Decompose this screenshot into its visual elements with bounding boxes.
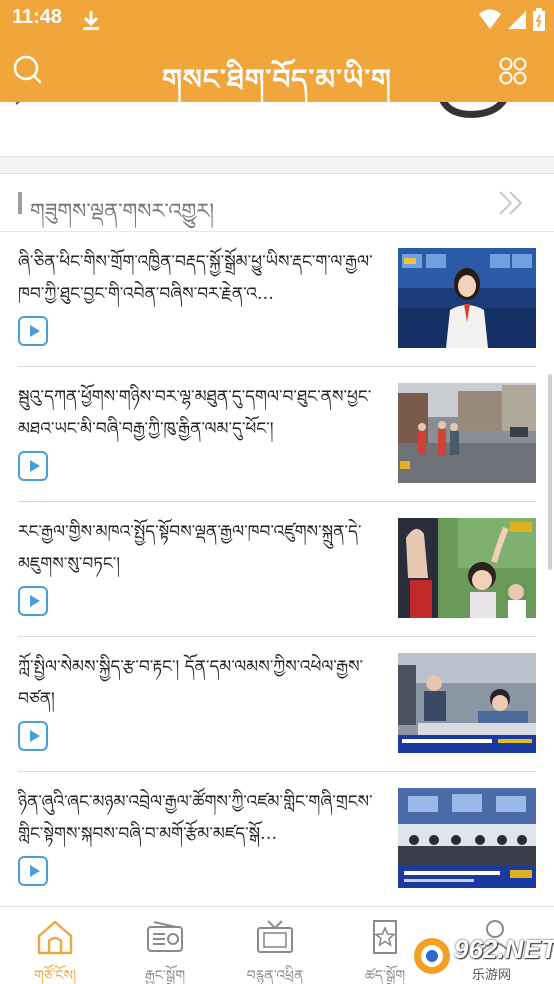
tab-label: བརྙན་འཕྲིན (246, 968, 304, 984)
bookmark-icon (373, 920, 397, 954)
grid-menu-icon[interactable] (498, 56, 528, 86)
status-time: 11:48 (12, 6, 63, 28)
double-chevron-right-icon[interactable] (496, 188, 526, 218)
tv-icon (257, 920, 293, 953)
news-list: ཞི་ཅིན་ཕིང་གིས་གྲོག་འཁྱིན་བརྡད་སྐྱོ་སྒྲོ… (0, 232, 554, 907)
section-divider (0, 156, 554, 174)
system-icons (478, 8, 546, 32)
news-title[interactable]: སྦུའུ་དཀན་ཕྱོགས་གཉིས་བར་ལྷ་མཐུན་དུ་དགལ་བ… (18, 381, 384, 445)
watermark: 962.NET 乐游网 (410, 930, 554, 984)
play-icon[interactable] (18, 586, 48, 616)
home-icon (37, 920, 73, 955)
play-icon[interactable] (18, 721, 48, 751)
wifi-icon (479, 9, 501, 29)
signal-icon (508, 11, 526, 29)
news-item[interactable]: ཉིན་ཞུའི་ཞང་མཉམ་འབྲེལ་རྒྱལ་ཚོགས་ཀྱི་འཛམ་… (18, 772, 536, 907)
tab-home[interactable]: གཙོ་ངོས། (0, 907, 110, 984)
battery-icon (533, 8, 545, 31)
news-thumbnail[interactable] (398, 788, 536, 888)
scrollbar[interactable] (548, 374, 552, 570)
tab-tv[interactable]: བརྙན་འཕྲིན (220, 907, 330, 984)
watermark-brand: 962.NET (454, 934, 554, 964)
play-icon[interactable] (18, 856, 48, 886)
news-thumbnail[interactable] (398, 248, 536, 348)
news-thumbnail[interactable] (398, 518, 536, 618)
news-thumbnail[interactable] (398, 383, 536, 483)
previous-content-remnant (0, 102, 554, 156)
watermark-logo-icon (414, 938, 450, 974)
download-icon (83, 11, 99, 30)
play-icon[interactable] (18, 451, 48, 481)
news-item[interactable]: ཀློ་སྤྱིལ་སེམས་སྐྱིད་རྩ་བ་རྟང་། དོན་དམ་ལ… (18, 637, 536, 772)
tab-radio[interactable]: རྒྱང་སྒྲོག (110, 907, 220, 984)
tab-label: གཙོ་ངོས། (33, 968, 77, 984)
play-icon[interactable] (18, 316, 48, 346)
news-title[interactable]: རང་རྒྱལ་གྱིས་མཁའ་སྤྱོད་སྟོབས་ལྡན་རྒྱལ་ཁབ… (18, 516, 384, 580)
news-item[interactable]: ཞི་ཅིན་ཕིང་གིས་གྲོག་འཁྱིན་བརྡད་སྐྱོ་སྒྲོ… (18, 232, 536, 367)
tab-label: རྒྱང་སྒྲོག (144, 968, 186, 984)
radio-icon (147, 921, 183, 952)
section-marker (18, 192, 22, 214)
status-bar: 11:48 (0, 0, 554, 40)
news-title[interactable]: ཞི་ཅིན་ཕིང་གིས་གྲོག་འཁྱིན་བརྡད་སྐྱོ་སྒྲོ… (18, 246, 384, 310)
audio-wave-decoration (15, 102, 507, 118)
news-item[interactable]: སྦུའུ་དཀན་ཕྱོགས་གཉིས་བར་ལྷ་མཐུན་དུ་དགལ་བ… (18, 367, 536, 502)
app-bar: གསང་ཐིག་བོད་མ་ཡི་ག (0, 40, 554, 102)
news-thumbnail[interactable] (398, 653, 536, 753)
news-title[interactable]: ཉིན་ཞུའི་ཞང་མཉམ་འབྲེལ་རྒྱལ་ཚོགས་ཀྱི་འཛམ་… (18, 786, 384, 850)
news-title[interactable]: ཀློ་སྤྱིལ་སེམས་སྐྱིད་རྩ་བ་རྟང་། དོན་དམ་ལ… (18, 651, 384, 715)
watermark-subtext: 乐游网 (472, 968, 512, 983)
news-item[interactable]: རང་རྒྱལ་གྱིས་མཁའ་སྤྱོད་སྟོབས་ལྡན་རྒྱལ་ཁབ… (18, 502, 536, 637)
section-header[interactable]: གཟུགས་ལྡན་གསར་འགྱུར། (0, 174, 554, 232)
